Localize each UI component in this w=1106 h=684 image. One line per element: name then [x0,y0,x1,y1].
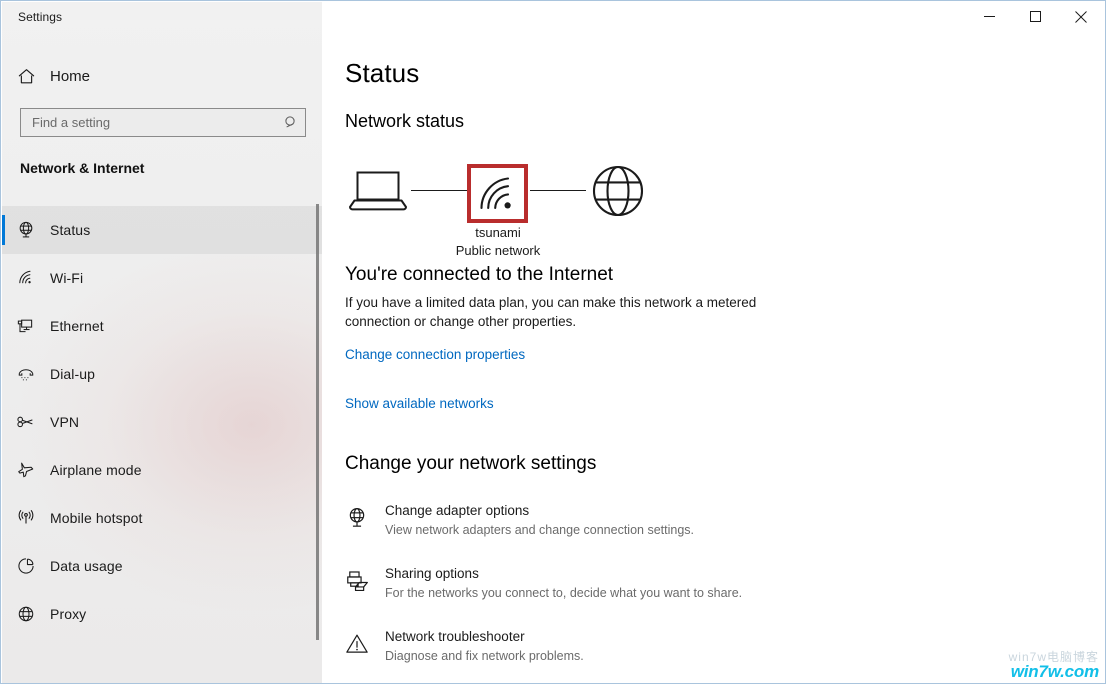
sidebar: Home Network & Internet [2,2,322,683]
proxy-globe-icon [2,604,50,624]
sidebar-item-proxy[interactable]: Proxy [2,590,322,638]
selection-indicator [2,215,5,245]
laptop-icon [347,167,409,218]
maximize-button[interactable] [1012,1,1058,32]
selection-indicator [2,455,5,485]
sidebar-item-status[interactable]: Status [2,206,322,254]
warning-triangle-icon [345,628,383,657]
setting-title: Sharing options [385,566,479,581]
sidebar-item-label: Ethernet [50,318,104,334]
sidebar-item-vpn[interactable]: VPN [2,398,322,446]
sidebar-item-mobile-hotspot[interactable]: Mobile hotspot [2,494,322,542]
adapter-globe-icon [345,502,383,531]
minimize-icon [983,16,995,17]
sidebar-item-home[interactable]: Home [2,60,322,92]
airplane-icon [2,460,50,480]
close-button[interactable] [1058,1,1104,32]
network-type: Public network [455,243,541,258]
selection-indicator [2,311,5,341]
sidebar-item-dial-up[interactable]: Dial-up [2,350,322,398]
selection-indicator [2,407,5,437]
setting-subtitle: Diagnose and fix network problems. [385,649,584,663]
setting-subtitle: View network adapters and change connect… [385,523,694,537]
setting-title: Network troubleshooter [385,629,525,644]
window-title: Settings [18,10,63,24]
change-connection-properties-link[interactable]: Change connection properties [345,347,525,362]
status-globe-icon [2,220,50,240]
sidebar-item-wi-fi[interactable]: Wi-Fi [2,254,322,302]
selection-indicator [2,503,5,533]
sidebar-item-ethernet[interactable]: Ethernet [2,302,322,350]
sidebar-item-label: Proxy [50,606,87,622]
settings-list: Change adapter options View network adap… [345,502,1045,683]
search-box[interactable] [20,108,306,137]
ethernet-icon [2,316,50,336]
minimize-button[interactable] [966,1,1012,32]
network-status-heading: Network status [345,111,465,131]
search-icon [277,115,305,130]
sidebar-item-label: Data usage [50,558,123,574]
data-usage-icon [2,556,50,576]
connection-line-right [530,190,586,191]
sidebar-item-data-usage[interactable]: Data usage [2,542,322,590]
change-settings-heading: Change your network settings [345,453,597,474]
sidebar-item-label: Wi-Fi [50,270,84,286]
sidebar-category-label: Network & Internet [20,160,145,176]
network-name: tsunami [475,225,521,240]
selection-indicator [2,551,5,581]
vpn-icon [2,412,50,432]
sidebar-scrollbar[interactable] [316,204,319,640]
setting-subtitle: For the networks you connect to, decide … [385,586,743,600]
title-bar: Settings [1,1,1105,33]
settings-window: Settings Home Find a setting Network & I… [0,0,1106,684]
connection-headline: You're connected to the Internet [345,264,614,285]
main-content: Status Network status tsunami Public net… [322,2,1105,683]
network-diagram: tsunami Public network [345,152,685,258]
dialup-icon [2,364,50,384]
setting-change-adapter-options[interactable]: Change adapter options View network adap… [345,502,1045,565]
globe-icon [592,165,644,222]
search-input[interactable] [21,115,277,130]
show-available-networks-link[interactable]: Show available networks [345,396,494,411]
sidebar-home-label: Home [50,67,91,85]
selection-indicator [2,359,5,389]
selection-indicator [2,263,5,293]
setting-network-troubleshooter[interactable]: Network troubleshooter Diagnose and fix … [345,628,1045,683]
sidebar-item-label: VPN [50,414,80,430]
page-title: Status [345,58,420,88]
sharing-icon [345,565,383,594]
sidebar-nav-list: Status Wi-Fi Ethernet Dial-up VPN Airpla… [2,206,322,638]
selection-indicator [2,599,5,629]
wifi-icon [2,268,50,288]
connection-description: If you have a limited data plan, you can… [345,295,757,329]
setting-title: Change adapter options [385,503,530,518]
setting-sharing-options[interactable]: Sharing options For the networks you con… [345,565,1045,628]
hotspot-icon [2,508,50,528]
wifi-signal-icon [479,176,511,209]
sidebar-item-label: Dial-up [50,366,96,382]
sidebar-item-label: Mobile hotspot [50,510,143,526]
home-icon [2,67,50,86]
sidebar-item-label: Status [50,222,91,238]
connection-line-left [411,190,467,191]
sidebar-item-airplane-mode[interactable]: Airplane mode [2,446,322,494]
close-icon [1075,10,1087,23]
sidebar-item-label: Airplane mode [50,462,142,478]
network-node-highlight[interactable] [467,164,528,223]
maximize-icon [1029,11,1041,22]
